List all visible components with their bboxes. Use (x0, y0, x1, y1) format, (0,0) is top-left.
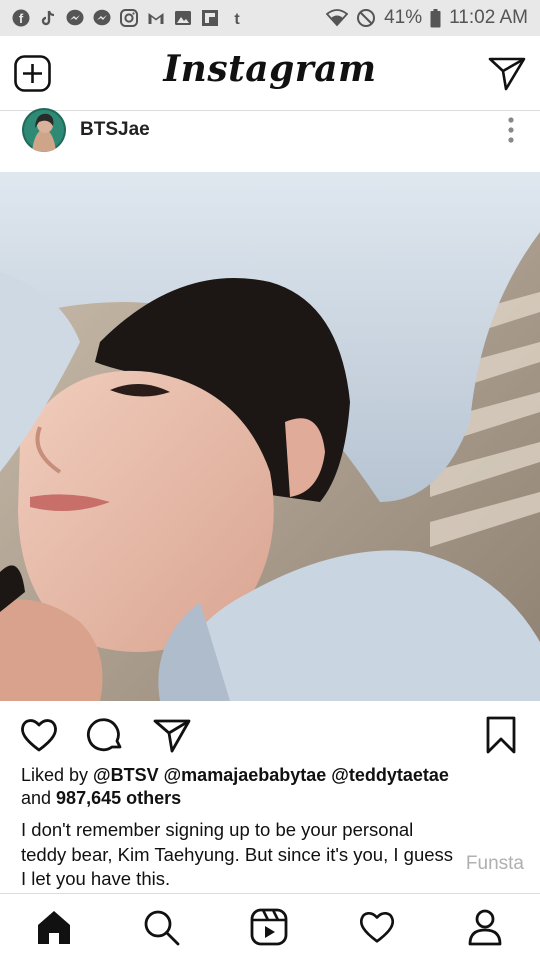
save-button[interactable] (483, 715, 523, 755)
nav-search[interactable] (142, 908, 180, 946)
bottom-navigation (0, 893, 540, 960)
messenger-icon (66, 9, 84, 27)
search-icon (144, 910, 180, 946)
like-button[interactable] (19, 715, 59, 755)
messenger-icon (93, 9, 111, 27)
comment-icon (86, 718, 122, 752)
likes-prefix: Liked by (21, 765, 94, 785)
profile-icon (468, 909, 502, 946)
post-header: BTSJae (0, 108, 540, 172)
gmail-icon (147, 9, 165, 27)
heart-icon (359, 912, 395, 943)
battery-percent: 41% (384, 7, 423, 28)
gallery-icon (174, 9, 192, 27)
bookmark-icon (486, 716, 516, 754)
instagram-icon (120, 9, 138, 27)
post-options-button[interactable] (504, 116, 518, 146)
nav-home[interactable] (35, 908, 73, 946)
post-username[interactable]: BTSJae (80, 119, 150, 141)
comment-button[interactable] (86, 715, 126, 755)
facebook-icon: f (12, 9, 30, 27)
liked-by-user[interactable]: @BTSV (93, 765, 159, 785)
paper-plane-icon (153, 719, 191, 753)
home-icon (38, 911, 70, 944)
direct-messages-button[interactable] (488, 55, 526, 93)
do-not-disturb-icon (357, 9, 376, 27)
likes-and: and (21, 788, 57, 808)
likes-summary: Liked by @BTSV @mamajaebabytae @teddytae… (21, 764, 521, 810)
status-bar: f t 41% 11:02 AM (0, 0, 540, 36)
instagram-logo: Instagram (163, 48, 377, 90)
nav-reels[interactable] (250, 908, 288, 946)
nav-activity[interactable] (358, 908, 396, 946)
paper-plane-icon (488, 57, 526, 91)
clock: 11:02 AM (449, 7, 528, 28)
post-actions (0, 701, 540, 763)
more-vertical-icon (508, 117, 514, 143)
heart-icon (21, 719, 57, 752)
app-header: Instagram (0, 36, 540, 111)
post-caption: I don't remember signing up to be your p… (21, 819, 454, 889)
post-image[interactable] (0, 172, 540, 701)
tumblr-icon: t (228, 9, 246, 27)
avatar[interactable] (22, 108, 66, 152)
wifi-icon (326, 9, 349, 27)
liked-by-user[interactable]: @teddytaetae (331, 765, 449, 785)
svg-text:t: t (234, 11, 240, 27)
reels-icon (250, 908, 288, 946)
system-status: 41% 11:02 AM (326, 7, 528, 29)
share-button[interactable] (152, 715, 192, 755)
tiktok-icon (39, 9, 57, 27)
liked-by-user[interactable]: @mamajaebabytae (164, 765, 327, 785)
flipboard-icon (201, 9, 219, 27)
watermark: Funsta (465, 853, 524, 874)
nav-profile[interactable] (466, 908, 504, 946)
svg-text:f: f (19, 11, 24, 26)
notification-icons: f t (12, 9, 246, 27)
likes-others-count[interactable]: 987,645 others (56, 788, 181, 808)
battery-icon (430, 8, 441, 27)
